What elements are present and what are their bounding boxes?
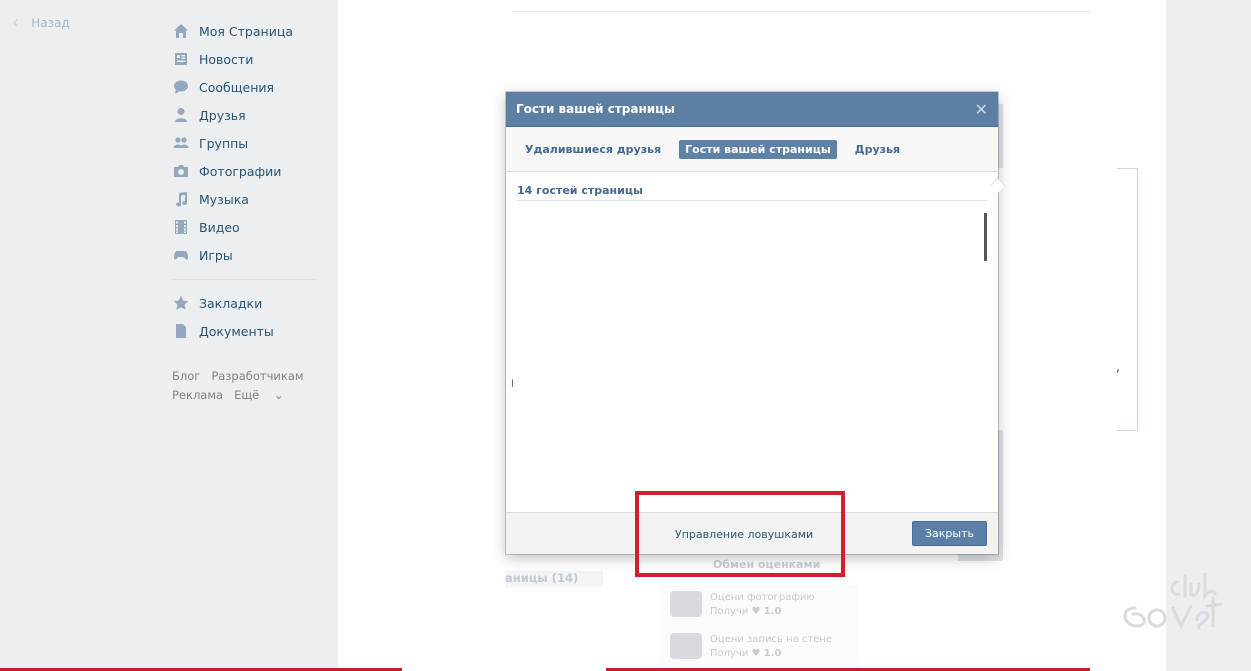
stray-mark: l [511,379,514,390]
footer-ads-link[interactable]: Реклама [172,388,223,402]
nav-label: Видео [199,219,240,235]
nav-item-games[interactable]: Игры [172,241,322,269]
row-value: 1.0 [763,606,782,617]
nav-label: Игры [199,247,233,263]
nav-label: Закладки [199,295,263,311]
footer-more-label: Ещё [234,388,260,402]
chevron-down-icon: ⌄ [273,388,284,402]
nav-item-groups[interactable]: Группы [172,129,322,157]
row-text: Оцени фотографию [710,592,815,603]
row-value: 1.0 [763,648,782,659]
star-icon [172,295,189,312]
nav-item-my-page[interactable]: Моя Страница [172,17,322,45]
modal-title: Гости вашей страницы [516,102,675,116]
nav-item-music[interactable]: Музыка [172,185,322,213]
nav-divider [172,279,316,280]
modal-tabs: Удалившиеся друзья Гости вашей страницы … [506,127,998,172]
camera-icon [172,163,189,180]
nav-label: Моя Страница [199,23,293,39]
nav-label: Друзья [199,107,246,123]
messages-icon [172,79,189,96]
red-highlight-box [635,491,845,577]
groups-icon [172,135,189,152]
nav-item-messages[interactable]: Сообщения [172,73,322,101]
left-nav: Моя Страница Новости Сообщения Друзья Гр… [172,17,322,345]
home-icon [172,23,189,40]
nav-item-video[interactable]: Видео [172,213,322,241]
friends-icon [172,107,189,124]
nav-label: Новости [199,51,254,67]
modal-header: Гости вашей страницы ✕ [506,92,998,127]
background-exchange-row: Оцени фотографию Получи ♥ 1.0 [670,591,815,619]
back-link[interactable]: ‹ Назад [12,12,70,33]
row-text: Оцени запись на стене [710,634,833,645]
back-label: Назад [31,16,70,30]
nav-item-documents[interactable]: Документы [172,317,322,345]
guests-count-title: 14 гостей страницы [517,184,987,201]
tab-friends[interactable]: Друзья [849,140,906,159]
news-icon [172,51,189,68]
row-get: Получи [710,606,749,617]
scrollbar[interactable] [984,213,987,261]
tab-page-guests[interactable]: Гости вашей страницы [679,139,837,159]
nav-item-photos[interactable]: Фотографии [172,157,322,185]
content-divider [512,11,1090,12]
close-icon[interactable]: ✕ [975,100,988,119]
heart-icon: ♥ [751,648,761,659]
tab-deleted-friends[interactable]: Удалившиеся друзья [519,140,667,159]
footer-links: Блог Разработчикам Реклама Ещё ⌄ [172,367,315,405]
footer-blog-link[interactable]: Блог [172,369,200,383]
gamepad-icon [172,247,189,264]
footer-dev-link[interactable]: Разработчикам [211,369,303,383]
row-get: Получи [710,648,749,659]
camera-icon [670,591,702,617]
background-strip [998,104,1003,168]
nav-item-friends[interactable]: Друзья [172,101,322,129]
background-strip [998,430,1003,560]
nav-label: Фотографии [199,163,282,179]
nav-item-bookmarks[interactable]: Закладки [172,289,322,317]
music-icon [172,191,189,208]
watermark-logo [1123,572,1223,630]
background-tab: аницы (14) [505,571,603,587]
document-icon [172,323,189,340]
chevron-left-icon: ‹ [12,12,20,33]
nav-label: Документы [199,323,274,339]
background-exchange-row: Оцени запись на стене Получи ♥ 1.0 [670,633,832,661]
guests-modal: Гости вашей страницы ✕ Удалившиеся друзь… [506,92,1006,554]
document-icon [670,633,702,659]
nav-item-news[interactable]: Новости [172,45,322,73]
nav-label: Группы [199,135,249,151]
heart-icon: ♥ [751,606,761,617]
background-punctuation: , [1116,360,1120,374]
video-icon [172,219,189,236]
close-button[interactable]: Закрыть [912,521,987,546]
nav-label: Сообщения [199,79,275,95]
background-side-box [1117,168,1138,431]
nav-label: Музыка [199,191,249,207]
footer-more-link[interactable]: Ещё ⌄ [234,388,294,402]
